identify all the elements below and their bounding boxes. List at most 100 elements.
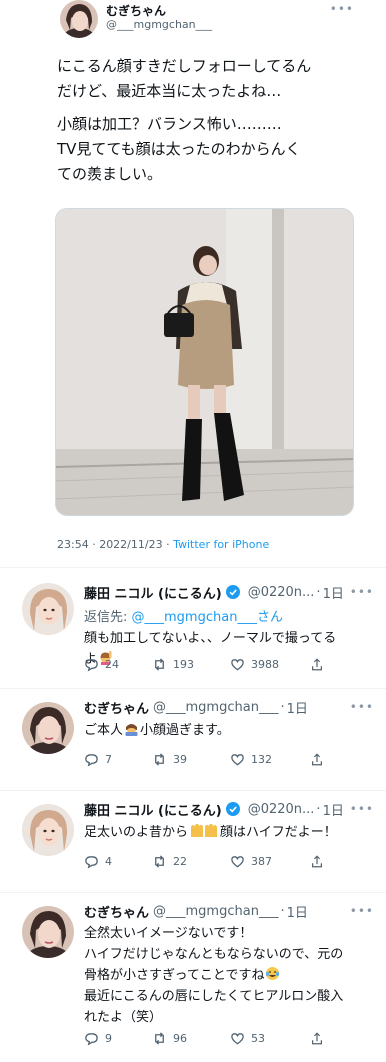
laughing-tears-emoji-icon	[265, 966, 280, 981]
reply-text-part: 全然太いイメージないです！ ハイフだけじゃなんともならないので、元の 骨格が小さ…	[84, 926, 344, 983]
reply-time[interactable]: 1日	[287, 698, 308, 717]
reply-text: 全然太いイメージないです！ ハイフだけじゃなんともならないので、元の 骨格が小さ…	[84, 923, 380, 1028]
retweet-count: 193	[173, 657, 194, 671]
reply-author-name[interactable]: 藤田 ニコル (にこるん)	[84, 583, 222, 602]
more-dots-icon[interactable]: •••	[350, 802, 374, 816]
share-upload-icon	[312, 657, 322, 670]
person-bowing-emoji-icon	[124, 721, 139, 736]
tweet-source-link[interactable]: Twitter for iPhone	[173, 538, 269, 551]
reply-author-name[interactable]: 藤田 ニコル (にこるん)	[84, 800, 222, 819]
retweet-count: 96	[173, 1031, 187, 1045]
retweet-count: 22	[173, 854, 187, 868]
share-button[interactable]	[310, 1031, 330, 1046]
tweet-paragraph: 小顔は加工？バランス怖い……… TV見てても顔は太ったのわからんく ての羨ましい…	[57, 115, 301, 183]
reply-tweet[interactable]: むぎちゃん @___mgmgchan___ · 1日 ••• ご本人 小顔過ぎます…	[0, 698, 386, 788]
reply-author-name[interactable]: むぎちゃん	[84, 902, 149, 921]
tweet-text: にこるん顔すきだしフォローしてるん だけど、最近本当に太ったよね… 小顔は加工？…	[57, 54, 367, 187]
divider	[0, 892, 386, 893]
tweet-meta: 23:54 · 2022/11/23 · Twitter for iPhone	[57, 538, 269, 551]
heart-icon	[231, 658, 244, 670]
tweet-timestamp[interactable]: 23:54 · 2022/11/23 ·	[57, 538, 173, 551]
verified-badge-icon	[225, 585, 240, 599]
reply-header: 藤田 ニコル (にこるん) @0220n... · 1日	[84, 800, 374, 819]
more-dots-icon[interactable]: •••	[350, 700, 374, 714]
reply-text-part: ご本人	[84, 723, 124, 738]
heart-icon	[231, 1032, 244, 1044]
like-count: 53	[251, 1031, 265, 1045]
share-button[interactable]	[310, 854, 330, 869]
reply-to-suffix[interactable]: さん	[257, 610, 283, 625]
avatar[interactable]	[22, 804, 74, 856]
main-tweet-header: むぎちゃん @___mgmgchan___ •••	[0, 0, 386, 40]
reply-author-name[interactable]: むぎちゃん	[84, 698, 149, 717]
retweet-button[interactable]: 96	[152, 1031, 230, 1046]
share-button[interactable]	[310, 657, 330, 672]
reply-time[interactable]: 1日	[323, 583, 344, 602]
share-button[interactable]	[310, 752, 330, 767]
reply-tweet[interactable]: むぎちゃん @___mgmgchan___ · 1日 ••• 全然太いイメージな…	[0, 902, 386, 1058]
reply-tweet[interactable]: 藤田 ニコル (にこるん) @0220n... · 1日 ••• 返信先: @_…	[0, 583, 386, 683]
reply-to-line: 返信先: @___mgmgchan___さん	[84, 606, 283, 625]
reply-text-part: 最近にこるんの唇にしたくてヒアルロン酸入 れたよ（笑）	[84, 989, 344, 1025]
reply-author-handle[interactable]: @___mgmgchan___	[153, 904, 278, 919]
retweet-arrows-icon	[155, 1031, 164, 1045]
reply-bubble-icon	[85, 855, 98, 868]
share-upload-icon	[312, 752, 322, 765]
reply-header: むぎちゃん @___mgmgchan___ · 1日	[84, 902, 374, 921]
retweet-arrows-icon	[155, 657, 164, 671]
retweet-button[interactable]: 39	[152, 752, 230, 767]
open-hands-emoji-icon	[189, 823, 219, 838]
verified-badge-icon	[225, 802, 240, 816]
avatar[interactable]	[22, 583, 74, 635]
reply-time[interactable]: 1日	[323, 800, 344, 819]
separator-dot: ·	[280, 699, 285, 715]
avatar[interactable]	[22, 702, 74, 754]
reply-text: 足太いのよ昔から 顔はハイフだよー！	[84, 822, 380, 843]
reply-author-handle[interactable]: @0220n...	[248, 802, 315, 817]
separator-dot: ·	[280, 903, 285, 919]
reply-text: ご本人 小顔過ぎます。	[84, 720, 380, 741]
reply-header: むぎちゃん @___mgmgchan___ · 1日	[84, 698, 374, 717]
more-dots-icon[interactable]: •••	[350, 904, 374, 918]
reply-button[interactable]: 9	[84, 1031, 152, 1046]
divider	[0, 790, 386, 791]
reply-author-handle[interactable]: @___mgmgchan___	[153, 700, 278, 715]
like-button[interactable]: 132	[230, 752, 310, 767]
retweet-arrows-icon	[155, 854, 164, 868]
share-upload-icon	[312, 1031, 322, 1044]
reply-time[interactable]: 1日	[287, 902, 308, 921]
reply-bubble-icon	[85, 1032, 98, 1045]
retweet-button[interactable]: 22	[152, 854, 230, 869]
action-bar: 4 22 387	[84, 852, 344, 870]
like-button[interactable]: 387	[230, 854, 310, 869]
reply-button[interactable]: 24	[84, 657, 152, 672]
author-name[interactable]: むぎちゃん	[106, 2, 166, 19]
reply-text-part: 小顔過ぎます。	[140, 723, 230, 738]
reply-count: 9	[105, 1031, 112, 1045]
like-button[interactable]: 3988	[230, 657, 310, 672]
reply-text-part: 顔はハイフだよー！	[220, 825, 337, 840]
reply-count: 4	[105, 854, 112, 868]
retweet-button[interactable]: 193	[152, 657, 230, 672]
reply-header: 藤田 ニコル (にこるん) @0220n... · 1日	[84, 583, 374, 602]
avatar[interactable]	[60, 0, 98, 38]
heart-icon	[231, 753, 244, 765]
tweet-photo[interactable]	[55, 208, 354, 516]
like-count: 387	[251, 854, 272, 868]
more-dots-icon[interactable]: •••	[350, 585, 374, 599]
like-button[interactable]: 53	[230, 1031, 310, 1046]
reply-button[interactable]: 4	[84, 854, 152, 869]
reply-button[interactable]: 7	[84, 752, 152, 767]
reply-to-handle-link[interactable]: @___mgmgchan___	[132, 610, 257, 625]
reply-author-handle[interactable]: @0220n...	[248, 585, 315, 600]
action-bar: 7 39 132	[84, 750, 344, 768]
like-count: 3988	[251, 657, 279, 671]
retweet-count: 39	[173, 752, 187, 766]
avatar[interactable]	[22, 906, 74, 958]
more-dots-icon[interactable]: •••	[330, 2, 354, 16]
author-handle[interactable]: @___mgmgchan___	[106, 18, 212, 31]
separator-dot: ·	[316, 801, 321, 817]
reply-tweet[interactable]: 藤田 ニコル (にこるん) @0220n... · 1日 ••• 足太いのよ昔か…	[0, 800, 386, 890]
reply-count: 7	[105, 752, 112, 766]
heart-icon	[231, 855, 244, 867]
